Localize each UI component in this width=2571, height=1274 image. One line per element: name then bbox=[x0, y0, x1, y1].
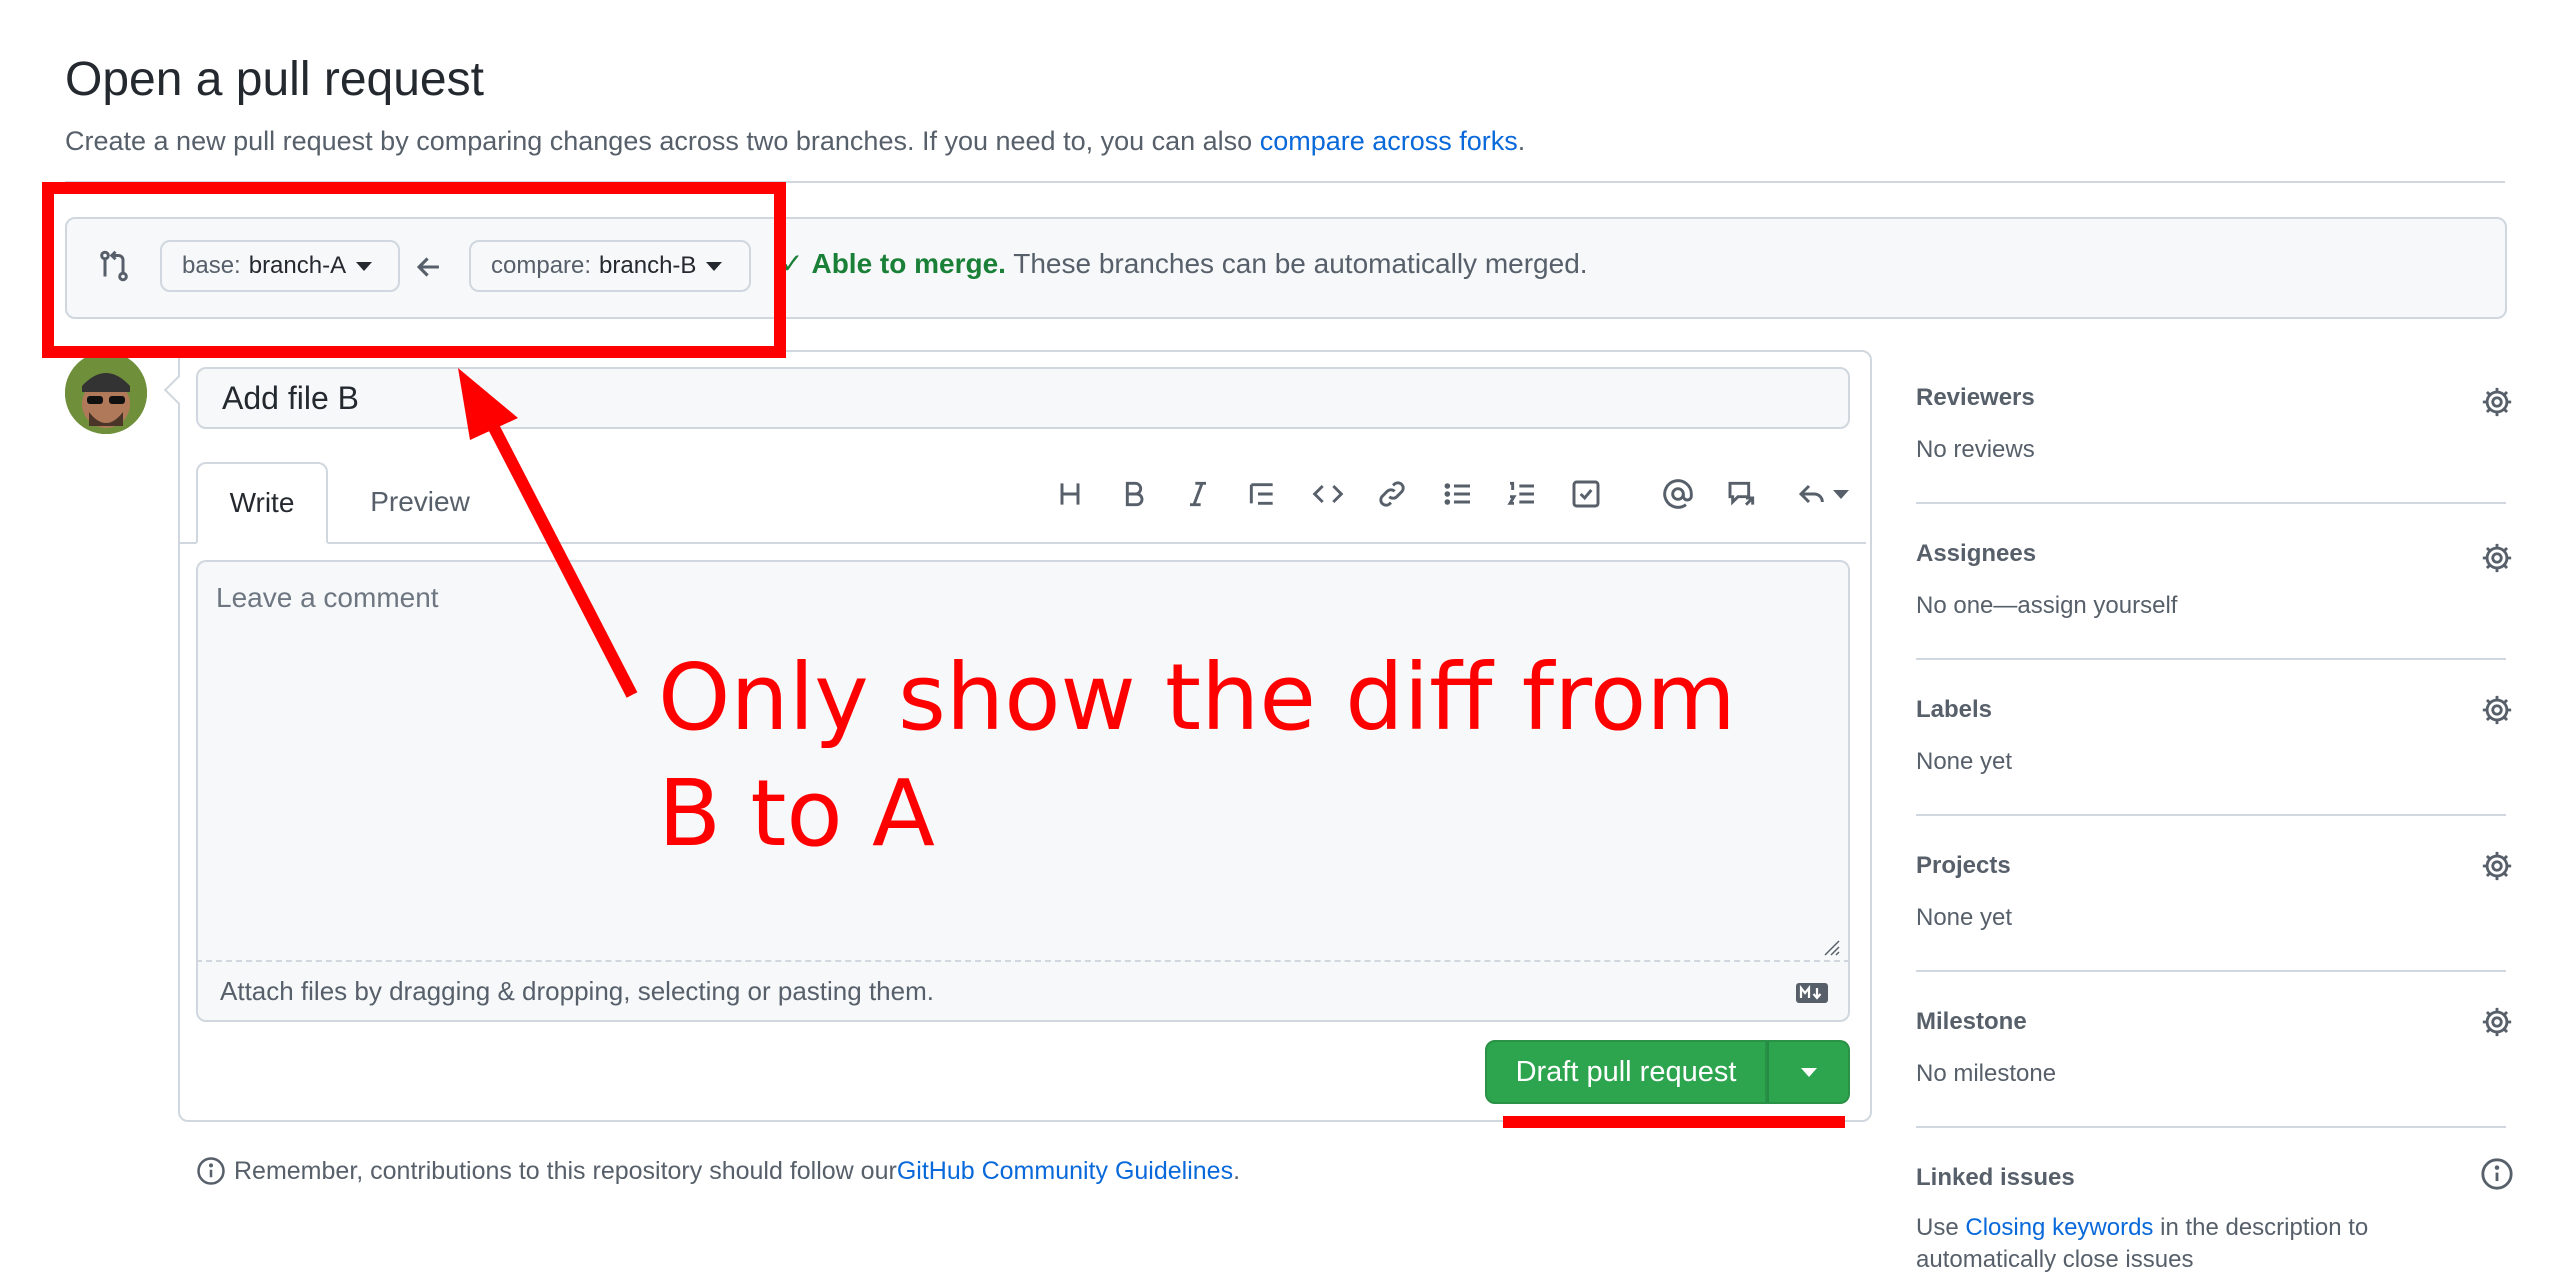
subtitle-suffix: . bbox=[1517, 126, 1526, 156]
annotation-line-1: Only show the diff from bbox=[658, 644, 1736, 751]
sidebar-divider bbox=[1916, 970, 2506, 972]
draft-pull-request-button[interactable]: Draft pull request bbox=[1485, 1040, 1767, 1104]
sidebar-value-reviewers: No reviews bbox=[1916, 436, 2035, 463]
gear-icon[interactable] bbox=[2480, 385, 2514, 419]
gear-icon[interactable] bbox=[2480, 693, 2514, 727]
bold-icon[interactable] bbox=[1112, 472, 1156, 516]
sidebar-value-linked-issues: Use Closing keywords in the description … bbox=[1916, 1214, 2368, 1242]
sidebar-divider bbox=[1916, 658, 2506, 660]
community-guidelines-link[interactable]: GitHub Community Guidelines bbox=[897, 1157, 1233, 1186]
tab-write[interactable]: Write bbox=[196, 462, 328, 544]
community-guidelines-note: Remember, contributions to this reposito… bbox=[196, 1156, 1240, 1186]
guidelines-suffix: . bbox=[1233, 1156, 1241, 1185]
sidebar-heading-assignees[interactable]: Assignees bbox=[1916, 540, 2036, 568]
attach-files-text: Attach files by dragging & dropping, sel… bbox=[220, 975, 934, 1006]
reply-icon[interactable] bbox=[1788, 472, 1858, 516]
italic-icon[interactable] bbox=[1176, 472, 1220, 516]
gear-icon[interactable] bbox=[2480, 849, 2514, 883]
numbered-list-icon[interactable] bbox=[1500, 472, 1544, 516]
page-subtitle: Create a new pull request by comparing c… bbox=[65, 126, 1525, 157]
task-list-icon[interactable] bbox=[1564, 472, 1608, 516]
sidebar-divider bbox=[1916, 814, 2506, 816]
sidebar-value-linked-issues-line2: automatically close issues bbox=[1916, 1246, 2194, 1273]
sidebar-heading-labels[interactable]: Labels bbox=[1916, 696, 1992, 724]
merge-status-detail: These branches can be automatically merg… bbox=[1013, 248, 1588, 279]
link-icon[interactable] bbox=[1370, 472, 1414, 516]
quote-icon[interactable] bbox=[1240, 472, 1284, 516]
submit-options-dropdown[interactable] bbox=[1767, 1040, 1850, 1104]
sidebar-heading-reviewers[interactable]: Reviewers bbox=[1916, 384, 2035, 412]
resize-handle-icon[interactable] bbox=[1820, 936, 1840, 956]
code-icon[interactable] bbox=[1306, 472, 1350, 516]
linked-issues-suffix: in the description to bbox=[2153, 1214, 2369, 1241]
sidebar-value-assignees[interactable]: No one—assign yourself bbox=[1916, 592, 2177, 620]
guidelines-text: Remember, contributions to this reposito… bbox=[234, 1156, 897, 1185]
caret-down-icon bbox=[1800, 1067, 1817, 1077]
heading-icon[interactable] bbox=[1048, 472, 1092, 516]
compare-across-forks-link[interactable]: compare across forks bbox=[1260, 126, 1518, 156]
sidebar-divider bbox=[1916, 1126, 2506, 1128]
reference-icon[interactable] bbox=[1720, 472, 1764, 516]
avatar[interactable] bbox=[65, 352, 147, 434]
annotation-line-2: B to A bbox=[658, 760, 935, 867]
mention-icon[interactable] bbox=[1656, 472, 1700, 516]
bullet-list-icon[interactable] bbox=[1436, 472, 1480, 516]
annotation-underline bbox=[1503, 1116, 1845, 1128]
gear-icon[interactable] bbox=[2480, 541, 2514, 575]
annotation-text: Only show the diff from B to A bbox=[658, 640, 1858, 872]
info-icon bbox=[197, 1157, 225, 1185]
gear-icon[interactable] bbox=[2480, 1005, 2514, 1039]
markdown-icon[interactable] bbox=[1795, 982, 1829, 1004]
subtitle-text: Create a new pull request by comparing c… bbox=[65, 126, 1260, 156]
linked-issues-prefix: Use bbox=[1916, 1214, 1966, 1241]
sidebar-value-labels: None yet bbox=[1916, 748, 2013, 775]
info-icon[interactable] bbox=[2480, 1157, 2514, 1191]
sidebar-value-projects: None yet bbox=[1916, 904, 2013, 931]
annotation-highlight-box bbox=[42, 182, 786, 358]
merge-status: ✓ Able to merge. These branches can be au… bbox=[780, 247, 1588, 280]
merge-status-label: Able to merge. bbox=[811, 248, 1006, 279]
sidebar-heading-linked-issues: Linked issues bbox=[1916, 1164, 2075, 1191]
caret-down-icon bbox=[1833, 489, 1849, 499]
tabs-divider bbox=[180, 542, 1866, 544]
sidebar-divider bbox=[1916, 502, 2506, 504]
sidebar-value-milestone: No milestone bbox=[1916, 1060, 2057, 1087]
closing-keywords-link[interactable]: Closing keywords bbox=[1965, 1214, 2153, 1241]
sidebar-heading-milestone[interactable]: Milestone bbox=[1916, 1008, 2027, 1036]
sidebar-heading-projects[interactable]: Projects bbox=[1916, 852, 2011, 880]
pr-title-input[interactable]: Add file B bbox=[196, 367, 1850, 429]
page-title: Open a pull request bbox=[65, 53, 484, 106]
tab-preview[interactable]: Preview bbox=[345, 462, 495, 542]
file-attach-bar[interactable]: Attach files by dragging & dropping, sel… bbox=[196, 960, 1850, 1022]
